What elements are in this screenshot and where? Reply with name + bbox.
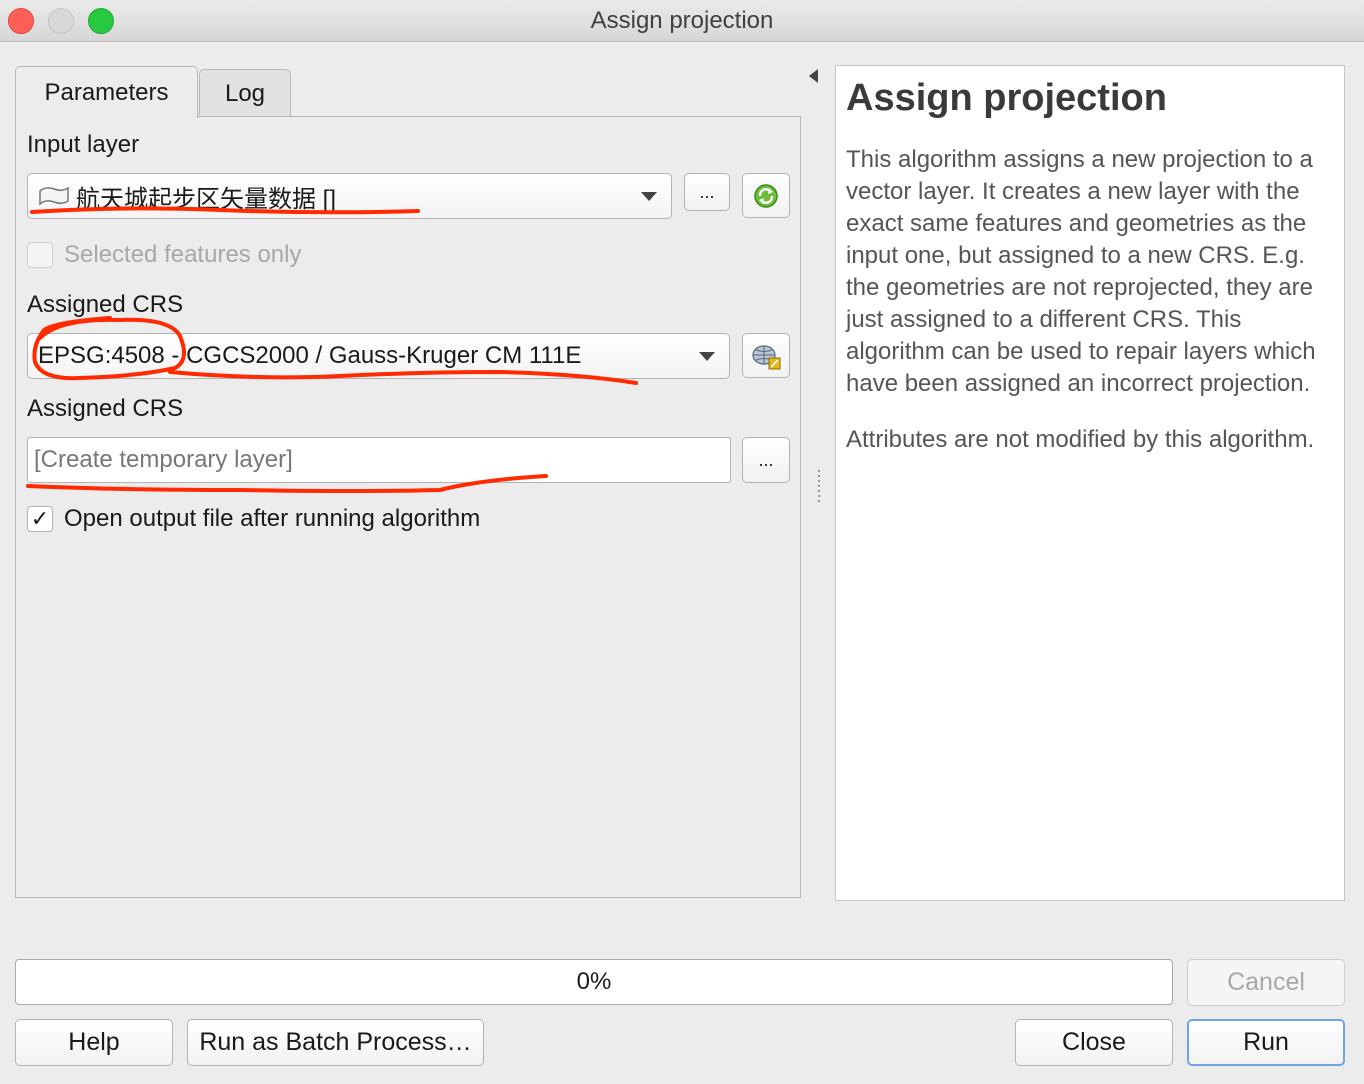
output-layer-label: Assigned CRS	[27, 395, 184, 422]
run-as-batch-button[interactable]: Run as Batch Process…	[187, 1019, 484, 1066]
cancel-button[interactable]: Cancel	[1187, 959, 1345, 1006]
input-layer-value: 航天城起步区矢量数据 []	[76, 185, 337, 213]
help-paragraph-1: This algorithm assigns a new projection …	[846, 146, 1316, 397]
tab-parameters[interactable]: Parameters	[15, 66, 198, 118]
open-output-checkbox[interactable]: ✓	[27, 506, 53, 532]
assigned-crs-combo[interactable]: EPSG:4508 - CGCS2000 / Gauss-Kruger CM 1…	[27, 333, 730, 379]
chevron-down-icon	[699, 352, 715, 361]
crs-globe-icon	[752, 344, 781, 369]
help-paragraph-2: Attributes are not modified by this algo…	[846, 426, 1315, 453]
crs-select-button[interactable]	[742, 333, 790, 378]
input-layer-browse-button[interactable]: ...	[684, 173, 730, 211]
iterate-refresh-icon	[754, 183, 778, 208]
input-layer-label: Input layer	[27, 131, 140, 158]
open-output-label: Open output file after running algorithm	[64, 505, 481, 532]
chevron-down-icon	[641, 192, 657, 201]
assigned-crs-label: Assigned CRS	[27, 291, 184, 318]
collapse-help-icon[interactable]	[809, 69, 818, 83]
title-bar: Assign projection	[0, 0, 1364, 42]
window-title: Assign projection	[590, 7, 774, 34]
output-browse-button[interactable]: ...	[742, 437, 790, 483]
close-button[interactable]: Close	[1015, 1019, 1173, 1066]
help-button[interactable]: Help	[15, 1019, 173, 1066]
run-button[interactable]: Run	[1187, 1019, 1345, 1066]
iterate-button[interactable]	[742, 173, 790, 218]
progress-bar: 0%	[15, 959, 1173, 1005]
help-title: Assign projection	[846, 77, 1167, 119]
input-layer-combo[interactable]: 航天城起步区矢量数据 []	[27, 173, 672, 219]
splitter-handle[interactable]	[818, 470, 820, 502]
selected-features-only-checkbox[interactable]	[27, 242, 53, 268]
assigned-crs-value: EPSG:4508 - CGCS2000 / Gauss-Kruger CM 1…	[38, 342, 582, 369]
tab-log[interactable]: Log	[199, 69, 291, 117]
selected-features-only-label: Selected features only	[64, 241, 302, 268]
output-layer-input[interactable]: [Create temporary layer]	[27, 437, 731, 483]
polygon-layer-icon	[38, 185, 70, 207]
help-panel: Assign projection This algorithm assigns…	[835, 65, 1345, 901]
progress-text: 0%	[576, 968, 612, 995]
